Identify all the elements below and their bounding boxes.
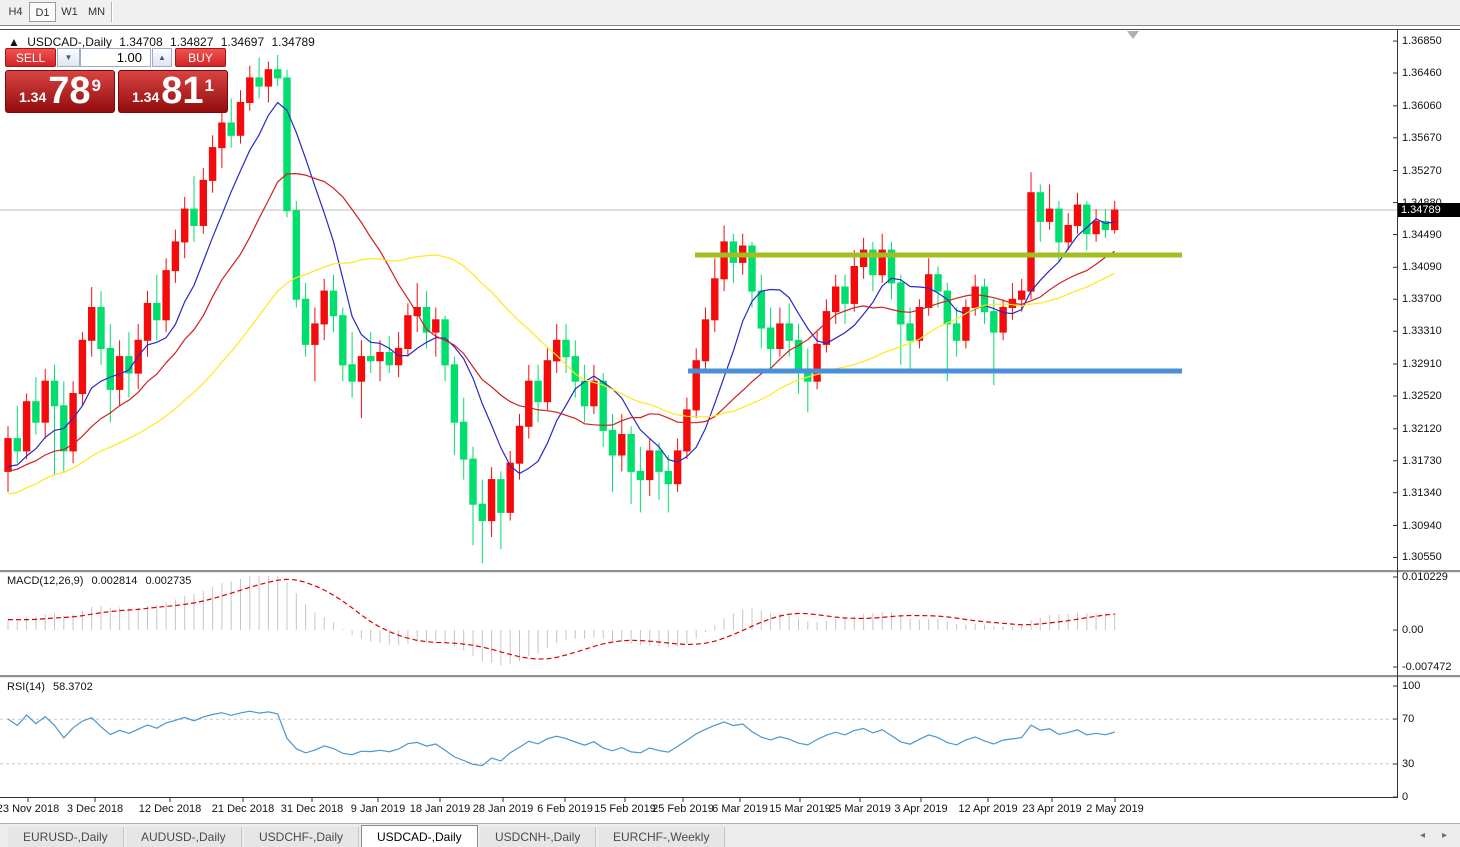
time-axis-label: 15 Mar 2019: [769, 803, 831, 815]
price-axis-label: 1.32910: [1402, 358, 1442, 370]
symbol-name: USDCAD-,Daily: [27, 35, 112, 49]
time-axis-label: 2 May 2019: [1086, 803, 1143, 815]
sell-price-prefix: 1.34: [19, 89, 46, 105]
ohlc-open: 1.34708: [119, 35, 162, 49]
indicator-axis-label: 30: [1402, 758, 1414, 770]
indicator-axis-label: 100: [1402, 680, 1420, 692]
time-axis-label: 15 Feb 2019: [594, 803, 656, 815]
indicator-axis-label: -0.007472: [1402, 661, 1452, 673]
indicator-axis-label: 0.00: [1402, 624, 1423, 636]
sell-price-pip: 9: [92, 76, 101, 96]
indicator-axis-label: 70: [1402, 713, 1414, 725]
buy-price-prefix: 1.34: [132, 89, 159, 105]
rsi-label: RSI(14) 58.3702: [7, 681, 98, 693]
collapse-triangle-icon[interactable]: ▲: [8, 35, 20, 49]
rsi-value: 58.3702: [53, 681, 93, 693]
volume-decrease-button[interactable]: ▼: [57, 48, 80, 67]
price-axis-label: 1.30940: [1402, 520, 1442, 532]
chart-tab-bar: ◂ ▸ EURUSD-,DailyAUDUSD-,DailyUSDCHF-,Da…: [0, 823, 1460, 847]
macd-signal-line: [8, 579, 1115, 659]
price-axis-label: 1.35670: [1402, 132, 1442, 144]
price-axis-label: 1.33700: [1402, 293, 1442, 305]
price-axis-label: 1.32120: [1402, 423, 1442, 435]
sell-price-big: 78: [48, 72, 90, 110]
one-click-trading-panel: SELL ▼ ▲ BUY 1.34 78 9 1.34 81 1: [5, 48, 229, 68]
current-price-tag: 1.34789: [1398, 203, 1460, 217]
sell-price-box[interactable]: 1.34 78 9: [5, 70, 115, 113]
time-axis-label: 23 Apr 2019: [1022, 803, 1081, 815]
time-axis-label: 6 Feb 2019: [537, 803, 593, 815]
timeframe-tab-h4[interactable]: H4: [2, 2, 29, 22]
ohlc-low: 1.34697: [221, 35, 264, 49]
chart-tab-usdcnh[interactable]: USDCNH-,Daily: [480, 827, 596, 847]
volume-input[interactable]: [80, 48, 151, 67]
time-axis-label: 28 Jan 2019: [473, 803, 534, 815]
time-axis-label: 18 Jan 2019: [410, 803, 471, 815]
time-axis-label: 9 Jan 2019: [351, 803, 405, 815]
indicator-axis-label: 0.010229: [1402, 571, 1448, 583]
time-axis-label: 25 Feb 2019: [652, 803, 714, 815]
chart-tab-usdchf[interactable]: USDCHF-,Daily: [244, 827, 359, 847]
chart-tab-audusd[interactable]: AUDUSD-,Daily: [126, 827, 242, 847]
ohlc-close: 1.34789: [271, 35, 314, 49]
rsi-pane-separator[interactable]: [0, 675, 1460, 678]
price-axis-label: 1.35270: [1402, 165, 1442, 177]
timeframe-tab-w1[interactable]: W1: [56, 2, 83, 22]
macd-name: MACD(12,26,9): [7, 575, 83, 587]
chart-tab-eurusd[interactable]: EURUSD-,Daily: [8, 827, 124, 847]
time-axis-label: 6 Mar 2019: [712, 803, 768, 815]
time-axis-label: 21 Dec 2018: [212, 803, 274, 815]
buy-price-pip: 1: [205, 76, 214, 96]
price-axis-label: 1.31340: [1402, 487, 1442, 499]
time-axis-label: 31 Dec 2018: [281, 803, 343, 815]
macd-value-main: 0.002814: [91, 575, 137, 587]
price-axis-label: 1.34090: [1402, 261, 1442, 273]
mt4-chart-window: H4 D1 W1 MN ▲ USDCAD-,Daily 1.34708 1.34…: [0, 0, 1460, 847]
sell-button[interactable]: SELL: [5, 48, 56, 67]
buy-price-box[interactable]: 1.34 81 1: [118, 70, 228, 113]
price-axis-label: 1.33310: [1402, 325, 1442, 337]
time-axis-line: [0, 797, 1397, 798]
time-axis-label: 25 Mar 2019: [829, 803, 891, 815]
ohlc-high: 1.34827: [170, 35, 213, 49]
rsi-name: RSI(14): [7, 681, 45, 693]
time-axis-label: 12 Dec 2018: [139, 803, 201, 815]
tab-scroll-left-icon[interactable]: ◂: [1420, 830, 1425, 841]
timeframe-tab-mn[interactable]: MN: [83, 2, 110, 22]
chart-tab-usdcad[interactable]: USDCAD-,Daily: [361, 825, 478, 847]
price-axis-label: 1.36460: [1402, 67, 1442, 79]
macd-pane-separator[interactable]: [0, 570, 1460, 573]
time-axis-label: 3 Apr 2019: [894, 803, 947, 815]
rsi-line: [8, 711, 1115, 765]
price-axis-line: [1397, 30, 1398, 798]
tab-scroll-right-icon[interactable]: ▸: [1442, 830, 1447, 841]
macd-value-signal: 0.002735: [145, 575, 191, 587]
trade-panel-top-row: SELL ▼ ▲ BUY: [5, 48, 229, 68]
time-axis-label: 12 Apr 2019: [958, 803, 1017, 815]
toolbar-separator: [111, 2, 113, 22]
price-axis-label: 1.36060: [1402, 100, 1442, 112]
price-axis-label: 1.30550: [1402, 551, 1442, 563]
timeframe-tab-d1[interactable]: D1: [29, 2, 56, 22]
time-axis-label: 3 Dec 2018: [67, 803, 123, 815]
buy-button[interactable]: BUY: [175, 48, 226, 67]
macd-label: MACD(12,26,9) 0.002814 0.002735: [7, 575, 196, 587]
volume-increase-button[interactable]: ▲: [152, 48, 172, 67]
indicator-axis-label: 0: [1402, 791, 1408, 803]
buy-price-big: 81: [161, 72, 203, 110]
price-axis-label: 1.31730: [1402, 455, 1442, 467]
timeframe-toolbar: H4 D1 W1 MN: [0, 0, 1460, 26]
price-axis-label: 1.32520: [1402, 390, 1442, 402]
price-axis-label: 1.34490: [1402, 229, 1442, 241]
time-axis-label: 23 Nov 2018: [0, 803, 59, 815]
chart-tab-eurchf[interactable]: EURCHF-,Weekly: [598, 827, 725, 847]
chart-symbol-header: ▲ USDCAD-,Daily 1.34708 1.34827 1.34697 …: [8, 35, 319, 49]
price-axis-label: 1.36850: [1402, 35, 1442, 47]
